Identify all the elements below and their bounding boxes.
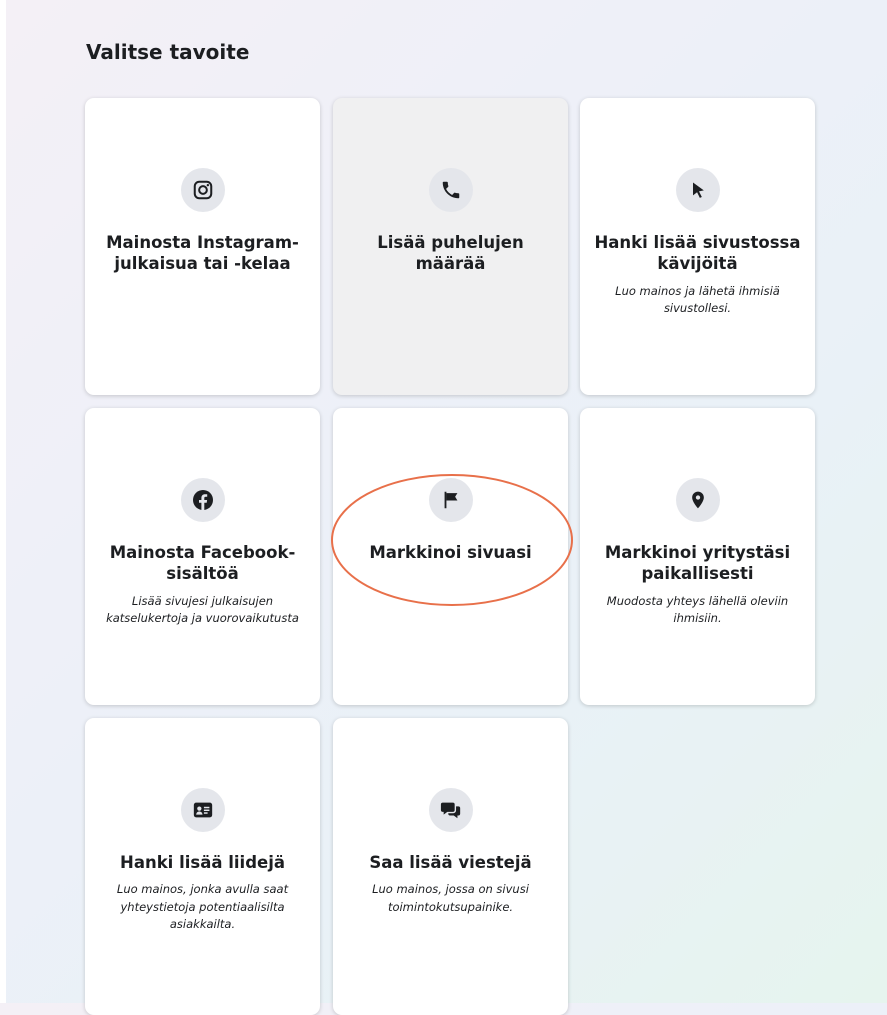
goal-card-title: Markkinoi yritystäsi paikallisesti [604, 543, 791, 584]
goal-card-title: Lisää puhelujen määrää [377, 233, 524, 274]
goal-card-description: Lisää sivujesi julkaisujen katselukertoj… [106, 593, 299, 626]
goal-card-title: Saa lisää viestejä [369, 853, 532, 872]
goal-card-title: Mainosta Instagram-julkaisua tai -kelaa [106, 233, 299, 274]
goal-card-description: Muodosta yhteys lähellä oleviin ihmisiin… [606, 593, 789, 626]
goal-card-instagram[interactable]: Mainosta Instagram-julkaisua tai -kelaa [85, 98, 320, 395]
facebook-icon [180, 478, 225, 522]
goal-card-description: Luo mainos, jossa on sivusi toimintokuts… [372, 882, 529, 914]
goal-card-description: Luo mainos ja lähetä ihmisiä sivustolles… [615, 283, 780, 316]
page-title: Valitse tavoite [86, 40, 250, 64]
goal-card-title: Hanki lisää sivustossa kävijöitä [594, 233, 801, 274]
goal-card-facebook-content[interactable]: Mainosta Facebook-sisältöä Lisää sivujes… [85, 408, 320, 705]
chat-bubbles-icon [428, 788, 473, 832]
goal-card-description: Luo mainos, jonka avulla saat yhteystiet… [116, 882, 289, 931]
goal-card-phone-calls[interactable]: Lisää puhelujen määrää [333, 98, 568, 395]
flag-icon [428, 478, 473, 522]
goal-card-leads[interactable]: Hanki lisää liidejä Luo mainos, jonka av… [85, 718, 320, 1015]
goal-selection-page: Valitse tavoite Mainosta Instagram-julka… [0, 0, 887, 1015]
left-edge-strip [0, 0, 6, 1003]
phone-icon [428, 168, 473, 212]
goal-card-website-visitors[interactable]: Hanki lisää sivustossa kävijöitä Luo mai… [580, 98, 815, 395]
goal-card-messages[interactable]: Saa lisää viestejä Luo mainos, jossa on … [333, 718, 568, 1015]
goal-card-title: Markkinoi sivuasi [369, 543, 532, 562]
cursor-icon [675, 168, 720, 212]
instagram-icon [180, 168, 225, 212]
goal-card-local-business[interactable]: Markkinoi yritystäsi paikallisesti Muodo… [580, 408, 815, 705]
goal-card-title: Mainosta Facebook-sisältöä [109, 543, 296, 584]
lead-card-icon [180, 788, 225, 832]
goal-card-promote-page[interactable]: Markkinoi sivuasi [333, 408, 568, 705]
location-pin-icon [675, 478, 720, 522]
goal-card-title: Hanki lisää liidejä [120, 853, 285, 872]
